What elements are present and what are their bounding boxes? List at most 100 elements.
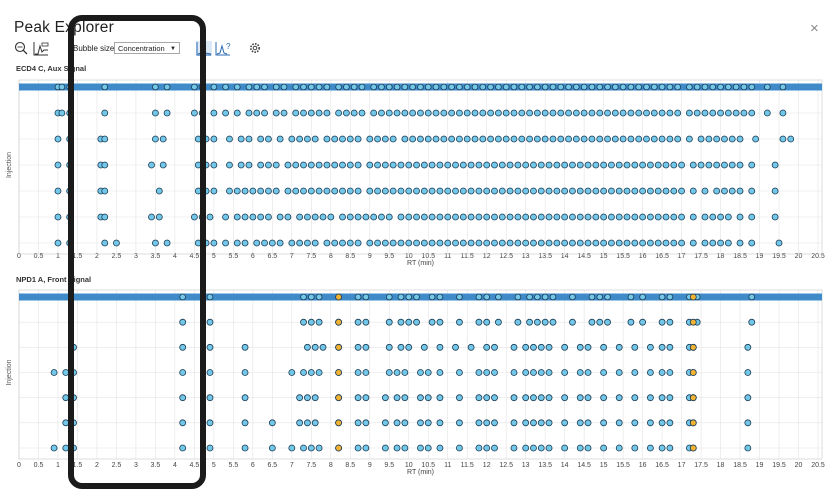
data-point: [491, 187, 498, 195]
data-point: [315, 187, 323, 195]
data-point: [307, 318, 315, 326]
data-point: [261, 83, 268, 91]
data-point: [717, 83, 724, 91]
data-point: [678, 161, 685, 169]
data-point: [354, 419, 362, 427]
data-point: [596, 135, 604, 143]
data-point: [288, 369, 296, 376]
data-point: [475, 161, 483, 169]
data-point: [678, 239, 685, 247]
data-point: [405, 293, 413, 301]
data-point: [249, 213, 257, 221]
data-point: [66, 161, 74, 169]
data-point: [315, 293, 323, 301]
data-point: [674, 109, 682, 117]
data-point: [561, 161, 569, 169]
data-point: [452, 213, 459, 221]
x-tick-label: 18: [717, 462, 725, 469]
data-point: [615, 213, 623, 221]
data-point: [701, 187, 709, 195]
data-point: [526, 318, 533, 326]
data-point: [709, 213, 717, 221]
data-point: [549, 293, 557, 301]
x-tick-label: 19.5: [772, 462, 786, 469]
data-point: [623, 187, 631, 195]
data-point: [748, 293, 756, 301]
data-point: [573, 83, 580, 91]
data-point: [631, 419, 639, 427]
data-point: [198, 109, 206, 117]
data-point: [257, 135, 265, 143]
data-point: [530, 343, 537, 351]
data-point: [748, 187, 756, 195]
data-point: [685, 135, 693, 143]
x-tick-label: 14.5: [577, 462, 591, 469]
data-point: [66, 109, 74, 117]
data-point: [771, 213, 779, 221]
data-point: [553, 187, 561, 195]
data-point: [420, 161, 428, 169]
data-point: [631, 369, 639, 376]
data-point: [409, 135, 417, 143]
data-point: [491, 444, 498, 452]
data-point: [323, 161, 331, 169]
data-point: [292, 161, 300, 169]
data-point: [658, 394, 666, 402]
data-point: [296, 213, 304, 221]
data-point: [588, 109, 596, 117]
special-data-point: [689, 394, 697, 402]
data-point: [771, 187, 779, 195]
data-point: [428, 293, 436, 301]
x-tick-label: 12: [483, 462, 491, 469]
data-point: [304, 419, 311, 427]
x-tick-label: 4: [173, 462, 177, 469]
data-point: [163, 239, 171, 247]
data-point: [526, 109, 533, 117]
data-point: [405, 239, 413, 247]
x-tick-label: 16.5: [655, 462, 669, 469]
data-point: [401, 109, 409, 117]
data-point: [440, 83, 448, 91]
data-point: [724, 109, 732, 117]
data-point: [483, 187, 491, 195]
data-point: [635, 83, 643, 91]
data-point: [206, 444, 214, 452]
special-data-point: [335, 394, 343, 402]
data-point: [241, 419, 249, 427]
data-point: [233, 213, 241, 221]
data-point: [666, 83, 674, 91]
data-point: [514, 161, 522, 169]
data-point: [615, 343, 623, 351]
data-point: [475, 369, 483, 376]
data-point: [308, 83, 315, 91]
chart1-plot[interactable]: 0 0.5 1 1.5 2 2.5 3 3.5 4 4.5 5 5.5 6 6.5 7 7.5 8 8.5 9 9.5…: [0, 0, 825, 489]
data-point: [428, 161, 436, 169]
data-point: [206, 369, 214, 376]
x-tick-label: 10: [405, 462, 413, 469]
data-point: [658, 83, 666, 91]
x-tick-label: 2: [95, 462, 99, 469]
data-point: [736, 135, 744, 143]
data-point: [417, 394, 424, 402]
data-point: [709, 109, 717, 117]
data-point: [666, 343, 674, 351]
data-point: [296, 135, 304, 143]
data-point: [483, 444, 491, 452]
data-point: [179, 343, 187, 351]
data-point: [654, 187, 662, 195]
data-point: [448, 135, 456, 143]
data-point: [541, 109, 549, 117]
data-point: [495, 293, 502, 301]
data-point: [662, 161, 670, 169]
data-point: [530, 239, 537, 247]
data-point: [101, 213, 109, 221]
data-point: [463, 109, 471, 117]
data-point: [307, 161, 315, 169]
data-point: [179, 444, 187, 452]
special-data-point: [335, 419, 343, 427]
data-point: [615, 161, 623, 169]
data-point: [643, 109, 650, 117]
data-point: [584, 343, 592, 351]
data-point: [748, 213, 756, 221]
data-point: [191, 83, 198, 91]
